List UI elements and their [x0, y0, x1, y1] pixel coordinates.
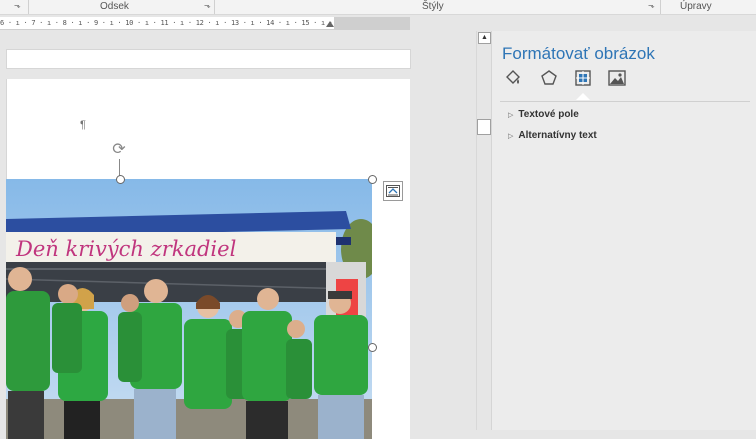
group-label-upravy: Úpravy	[680, 1, 712, 12]
ribbon-group-labels: ⬎ Odsek ⬎ Štýly ⬎ Úpravy	[0, 0, 756, 15]
format-picture-pane: Formátovať obrázok ▷ Textové pole ▷ Altern…	[491, 31, 756, 430]
section-label: Textové pole	[518, 109, 579, 120]
photo-group-green-shirts: Deň krivých zrkadiel	[6, 179, 372, 439]
pane-divider	[500, 101, 750, 102]
layout-options-icon	[386, 185, 400, 197]
section-label: Alternatívny text	[518, 130, 597, 141]
font-dialog-launcher-icon[interactable]: ⬎	[14, 2, 22, 10]
layout-options-button[interactable]	[383, 181, 403, 201]
ribbon-separator	[660, 0, 661, 14]
paragraph-mark: ¶	[80, 119, 86, 131]
horizontal-ruler[interactable]: 6 · ı · 7 · ı · 8 · ı · 9 · ı · 10 · ı ·…	[0, 17, 410, 30]
previous-page-bottom	[6, 49, 411, 69]
right-indent-marker-icon[interactable]	[326, 21, 334, 27]
layout-properties-icon[interactable]	[572, 67, 594, 100]
scroll-up-button[interactable]: ▲	[478, 32, 491, 44]
ruler-margin-area	[334, 17, 410, 29]
styles-dialog-launcher-icon[interactable]: ⬎	[648, 2, 656, 10]
ruler-row: 6 · ı · 7 · ı · 8 · ı · 9 · ı · 10 · ı ·…	[0, 15, 476, 31]
group-label-styly: Štýly	[422, 1, 444, 12]
ribbon-separator	[214, 0, 215, 14]
resize-handle-top[interactable]	[116, 175, 125, 184]
expand-arrow-icon: ▷	[508, 133, 514, 140]
effects-icon[interactable]	[538, 67, 560, 89]
section-textove-pole[interactable]: ▷ Textové pole	[508, 109, 579, 120]
resize-handle-top-right[interactable]	[368, 175, 377, 184]
resize-handle-right[interactable]	[368, 343, 377, 352]
group-label-odsek: Odsek	[100, 1, 129, 12]
paragraph-dialog-launcher-icon[interactable]: ⬎	[204, 2, 212, 10]
scroll-thumb[interactable]	[477, 119, 491, 135]
banner-text: Deň krivých zrkadiel	[15, 237, 236, 261]
vertical-scrollbar[interactable]: ▲	[476, 31, 491, 430]
fill-line-icon[interactable]	[502, 67, 524, 89]
pane-title: Formátovať obrázok	[502, 44, 655, 63]
picture-icon[interactable]	[606, 67, 628, 89]
section-alternativny-text[interactable]: ▷ Alternatívny text	[508, 130, 597, 141]
selected-picture[interactable]: Deň krivých zrkadiel	[6, 179, 372, 439]
document-area: ¶ ⟳ Deň krivých zrkadiel	[0, 31, 476, 439]
rotate-handle-icon[interactable]: ⟳	[110, 141, 128, 159]
ribbon-separator	[28, 0, 29, 14]
expand-arrow-icon: ▷	[508, 112, 514, 119]
